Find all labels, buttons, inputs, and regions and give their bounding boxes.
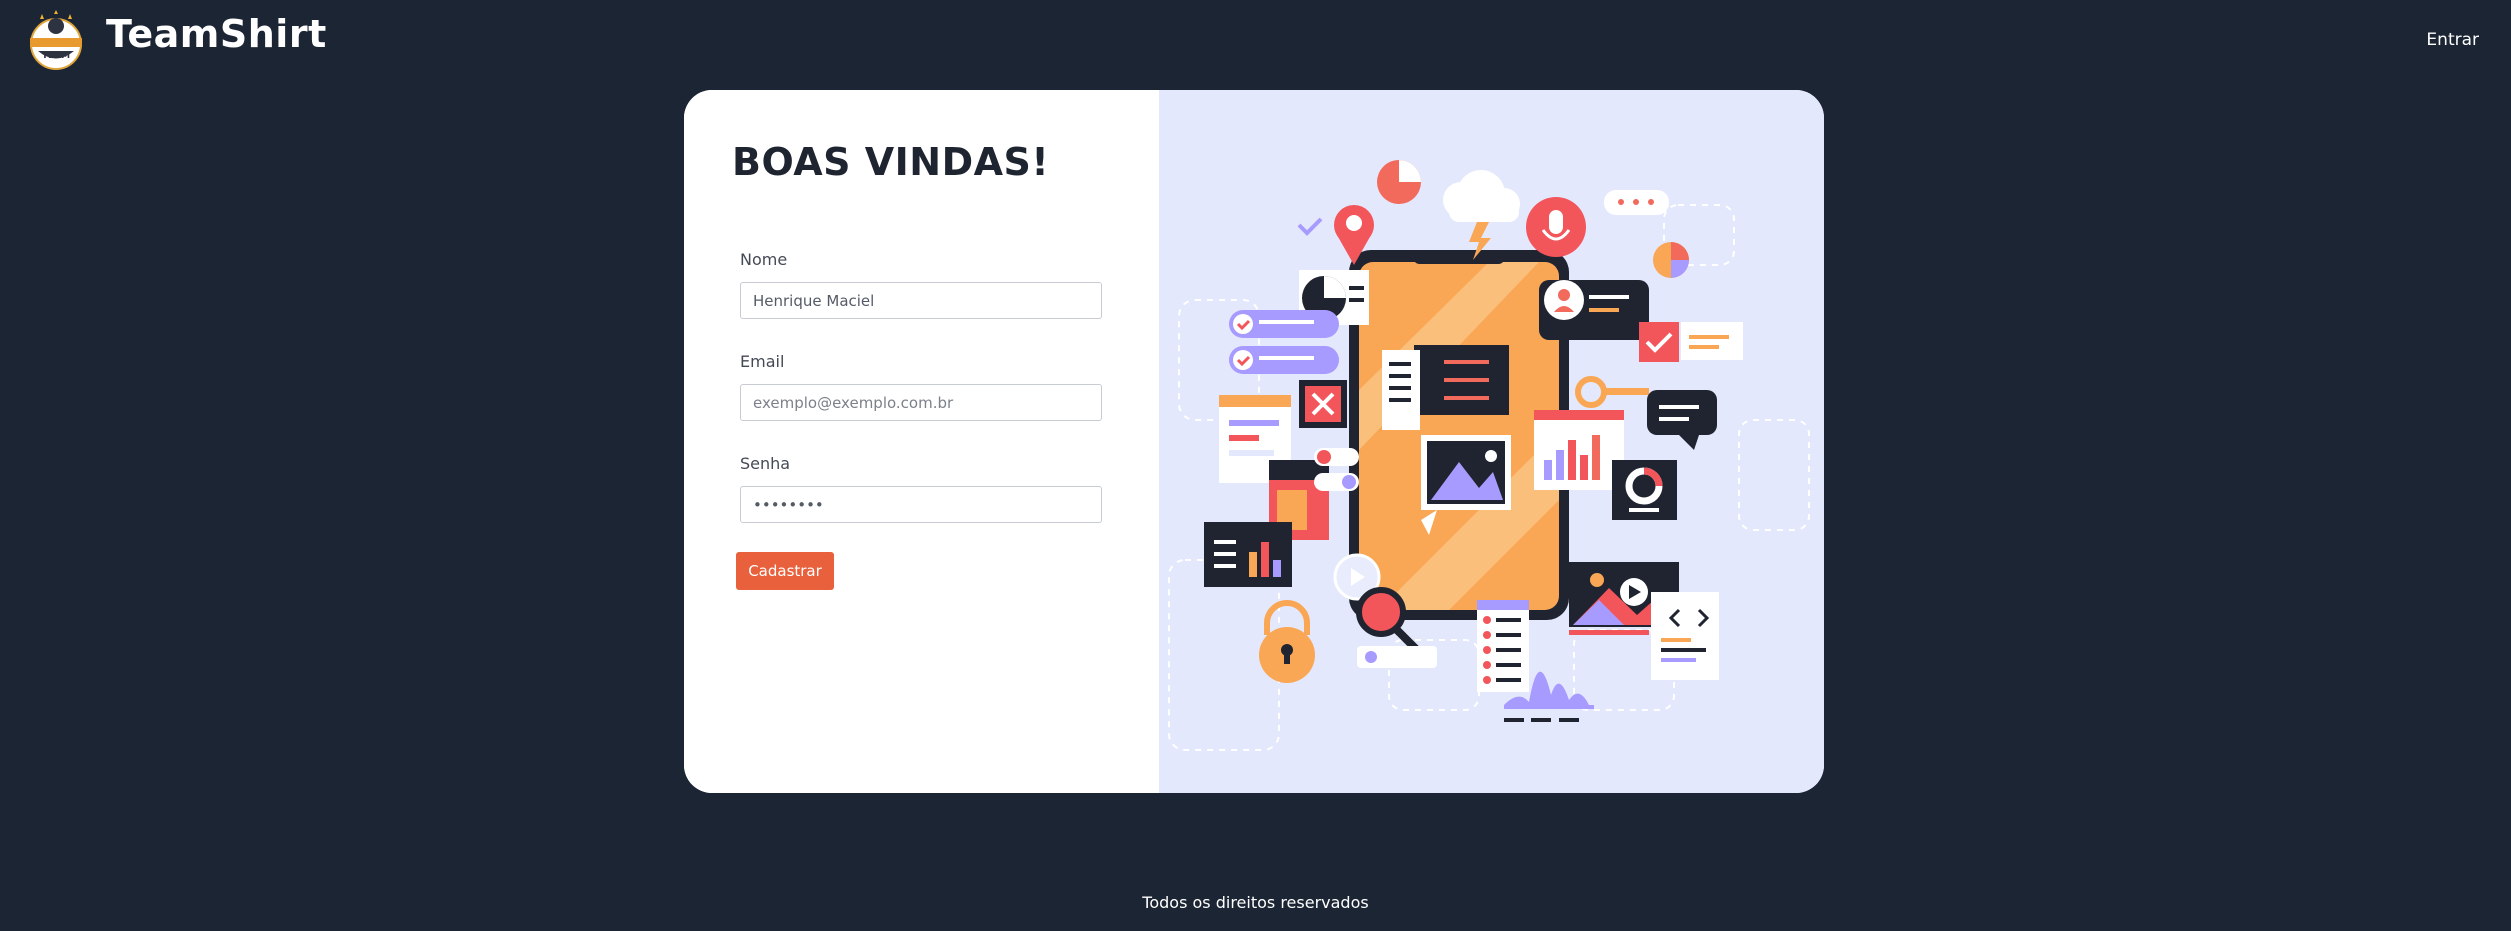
signup-card: BOAS VINDAS! Nome Email Senha Cadastrar xyxy=(684,90,1824,793)
top-navbar: TEAM TeamShirt Entrar xyxy=(0,0,2511,80)
footer-copyright: Todos os direitos reservados xyxy=(1142,893,1369,912)
mobile-app-illustration xyxy=(1168,160,1810,751)
name-input[interactable] xyxy=(740,282,1102,319)
email-input[interactable] xyxy=(740,384,1102,421)
login-link[interactable]: Entrar xyxy=(2426,30,2479,50)
password-label: Senha xyxy=(740,454,791,473)
page-title: BOAS VINDAS! xyxy=(732,140,1050,184)
password-input[interactable] xyxy=(740,486,1102,523)
brand-name[interactable]: TeamShirt xyxy=(106,12,327,56)
name-label: Nome xyxy=(740,250,788,269)
svg-text:TEAM: TEAM xyxy=(42,51,70,61)
signup-form-panel: BOAS VINDAS! Nome Email Senha Cadastrar xyxy=(684,90,1159,793)
team-logo-icon[interactable]: TEAM xyxy=(26,10,86,72)
illustration-panel xyxy=(1159,90,1824,793)
email-label: Email xyxy=(740,352,785,371)
register-button[interactable]: Cadastrar xyxy=(736,552,834,590)
